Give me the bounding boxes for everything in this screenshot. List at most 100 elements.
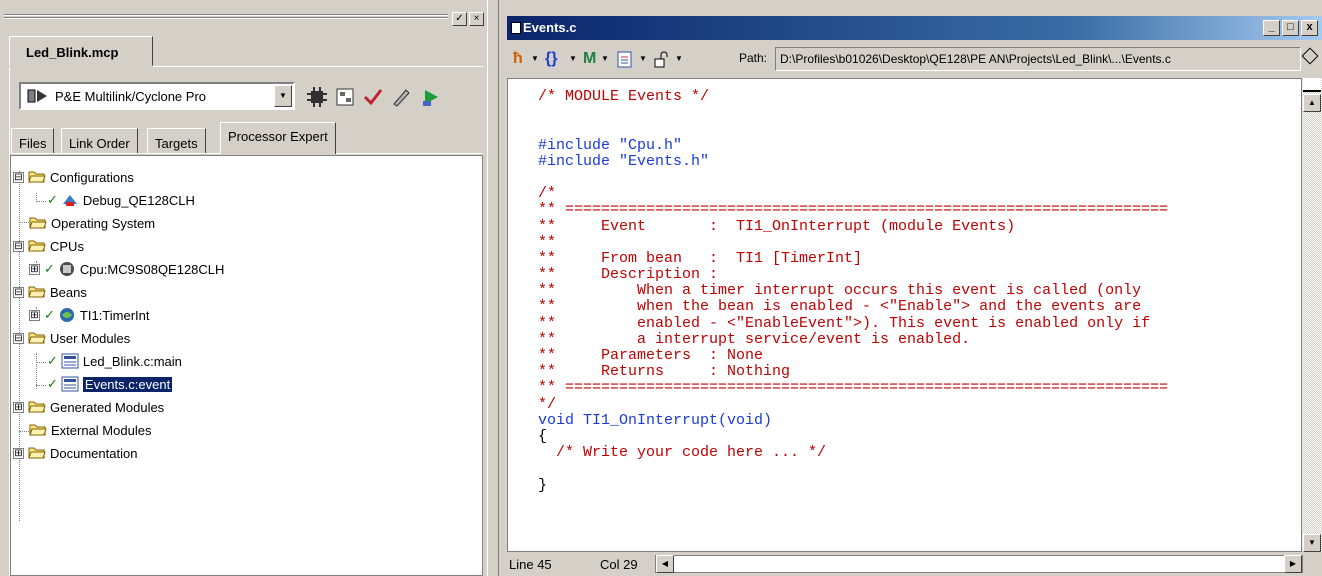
tree-item-events-module[interactable]: ✓ Events.c:event — [47, 373, 173, 395]
code-line: ** — [538, 233, 557, 251]
chevron-down-icon[interactable]: ▼ — [569, 54, 577, 63]
expand-icon[interactable]: ⊞ — [13, 447, 24, 459]
code-line: ** a interrupt service/event is enabled. — [538, 330, 971, 348]
target-select[interactable]: P&E Multilink/Cyclone Pro ▼ — [19, 82, 295, 110]
scroll-up-arrow-icon[interactable]: ▲ — [1303, 94, 1321, 112]
tree-item-configurations[interactable]: ⊟ Configurations — [13, 166, 134, 188]
project-panel: ✓ × Led_Blink.mcp P&E Multilink/Cyclone … — [0, 0, 487, 576]
lock-icon[interactable] — [653, 51, 669, 68]
vertical-scrollbar[interactable]: ▲ ▼ — [1302, 78, 1322, 552]
debug-icon[interactable] — [420, 86, 442, 108]
code-line: ** =====================================… — [538, 379, 1169, 397]
code-line: ** when the bean is enabled - <"Enable">… — [538, 298, 1142, 316]
split-handle[interactable] — [1303, 78, 1321, 92]
project-tree: ⊟ Configurations ✓ Debug_QE128CLH Operat… — [10, 155, 483, 576]
document-options-icon[interactable] — [617, 51, 633, 68]
path-label: Path: — [739, 51, 768, 65]
scroll-left-arrow-icon[interactable]: ◀ — [656, 555, 674, 573]
code-editor[interactable]: /* MODULE Events */ #include "Cpu.h" #incl… — [507, 78, 1302, 552]
check-icon: ✓ — [47, 353, 58, 368]
code-line: /* Write your code here ... */ — [538, 444, 827, 462]
markers-icon[interactable]: M — [583, 50, 596, 68]
tab-targets[interactable]: Targets — [147, 128, 206, 154]
folder-open-icon — [28, 286, 46, 298]
editor-title: Events.c — [523, 20, 577, 35]
collapse-icon[interactable]: ⊟ — [13, 171, 24, 183]
panel-close-button[interactable]: × — [469, 12, 484, 26]
project-tab[interactable]: Led_Blink.mcp — [9, 36, 153, 66]
code-line: ** Event : TI1_OnInterrupt (module Event… — [538, 217, 1016, 235]
scroll-right-arrow-icon[interactable]: ▶ — [1284, 555, 1302, 573]
pane-splitter[interactable] — [487, 0, 499, 576]
collapse-icon[interactable]: ⊟ — [13, 332, 24, 344]
tree-item-operating-system[interactable]: Operating System — [29, 212, 155, 234]
functions-icon[interactable]: {} — [545, 50, 557, 68]
tree-item-external-modules[interactable]: External Modules — [29, 419, 151, 441]
code-line: ** Returns : Nothing — [538, 363, 791, 381]
chevron-down-icon[interactable]: ▼ — [639, 54, 647, 63]
header-files-icon[interactable]: ħ — [513, 50, 523, 68]
collapse-icon[interactable]: ⊟ — [13, 240, 24, 252]
chevron-down-icon[interactable]: ▼ — [531, 54, 539, 63]
diamond-icon[interactable] — [1301, 47, 1319, 65]
path-value: D:\Profiles\b01026\Desktop\QE128\PE AN\P… — [780, 52, 1171, 66]
code-line: /* — [538, 185, 557, 203]
editor-toolbar: ħ ▼ {} ▼ M ▼ ▼ ▼ Path: D:\Profiles\b0102… — [507, 42, 1322, 76]
code-line: ** =====================================… — [538, 201, 1169, 219]
target-select-value: P&E Multilink/Cyclone Pro — [55, 89, 206, 104]
tree-item-user-modules[interactable]: ⊟ User Modules — [13, 327, 130, 349]
code-line: ** Parameters : None — [538, 347, 764, 364]
tree-item-documentation[interactable]: ⊞ Documentation — [13, 442, 137, 464]
maximize-button[interactable]: □ — [1282, 20, 1299, 36]
project-tab-label: Led_Blink.mcp — [26, 45, 119, 60]
check-icon[interactable] — [362, 86, 384, 108]
expand-icon[interactable]: ⊞ — [29, 309, 40, 321]
tab-processor-expert[interactable]: Processor Expert — [220, 122, 336, 154]
close-button[interactable]: x — [1301, 20, 1318, 36]
editor-title-bar[interactable]: Events.c _ □ x — [507, 16, 1322, 40]
code-line: void TI1_OnInterrupt(void) — [538, 411, 773, 429]
tab-files[interactable]: Files — [11, 128, 55, 154]
target-icon — [27, 89, 47, 103]
tree-item-debug-config[interactable]: ✓ Debug_QE128CLH — [47, 189, 195, 211]
tree-item-beans[interactable]: ⊟ Beans — [13, 281, 87, 303]
chevron-down-icon[interactable]: ▼ — [274, 85, 292, 107]
status-bar: Line 45 Col 29 ◀ ▶ — [507, 552, 1322, 576]
module-icon — [61, 353, 79, 369]
expand-icon[interactable]: ⊞ — [13, 401, 24, 413]
code-line: #include "Cpu.h" — [538, 136, 683, 154]
tree-item-cpus[interactable]: ⊟ CPUs — [13, 235, 84, 257]
path-field[interactable]: D:\Profiles\b01026\Desktop\QE128\PE AN\P… — [775, 47, 1301, 71]
collapse-icon[interactable]: ⊟ — [13, 286, 24, 298]
folder-open-icon — [29, 424, 47, 436]
check-icon: ✓ — [44, 261, 55, 276]
expand-icon[interactable]: ⊞ — [29, 263, 40, 275]
pen-icon[interactable] — [390, 86, 412, 108]
config-icon — [62, 195, 77, 206]
check-icon: ✓ — [44, 307, 55, 322]
horizontal-scrollbar[interactable]: ◀ ▶ — [655, 555, 1303, 573]
code-line: } — [538, 476, 548, 494]
code-line: ** When a timer interrupt occurs this ev… — [538, 282, 1142, 300]
scroll-down-arrow-icon[interactable]: ▼ — [1303, 534, 1321, 552]
chevron-down-icon[interactable]: ▼ — [675, 54, 683, 63]
make-icon[interactable] — [306, 86, 328, 108]
tree-item-timer-bean[interactable]: ⊞ ✓ TI1:TimerInt — [29, 304, 150, 326]
panel-pin-button[interactable]: ✓ — [452, 12, 467, 26]
tree-item-led-blink-module[interactable]: ✓ Led_Blink.c:main — [47, 350, 182, 372]
code-line: ** From bean : TI1 [TimerInt] — [538, 249, 863, 267]
code-line: { — [538, 427, 548, 445]
chevron-down-icon[interactable]: ▼ — [601, 54, 609, 63]
settings-icon[interactable] — [334, 86, 356, 108]
tree-item-generated-modules[interactable]: ⊞ Generated Modules — [13, 396, 164, 418]
folder-open-icon — [29, 217, 47, 229]
editor-window: Events.c _ □ x ħ ▼ {} ▼ M ▼ ▼ ▼ Path: D:… — [499, 0, 1322, 576]
tab-link-order[interactable]: Link Order — [61, 128, 138, 154]
code-line: ** enabled - <"EnableEvent">). This even… — [538, 314, 1151, 332]
panel-grip[interactable] — [4, 10, 448, 26]
tree-item-cpu[interactable]: ⊞ ✓ Cpu:MC9S08QE128CLH — [29, 258, 224, 280]
minimize-button[interactable]: _ — [1263, 20, 1280, 36]
